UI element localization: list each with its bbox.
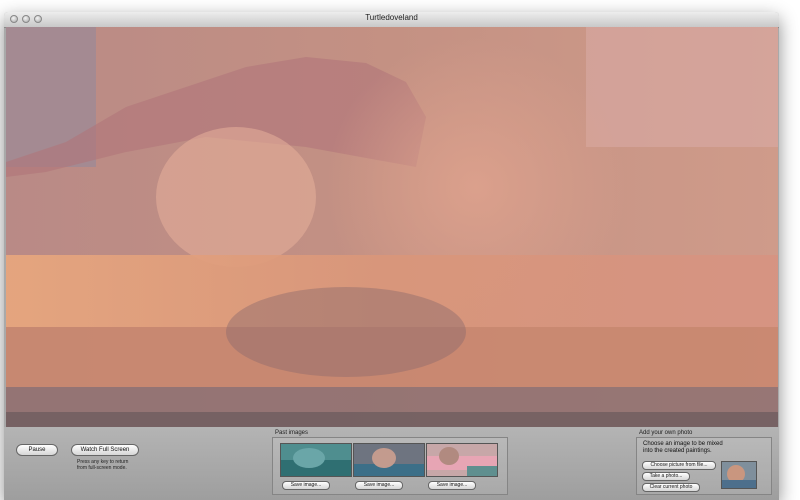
save-image-button-3[interactable]: Save image... (428, 481, 476, 490)
painting-image (6, 27, 778, 427)
thumbnail-image (427, 444, 497, 476)
title-bar[interactable]: Turtledoveland (4, 12, 779, 28)
current-photo-thumbnail (721, 461, 757, 489)
past-image-thumbnail-1[interactable] (280, 443, 352, 477)
clear-photo-button[interactable]: Clear current photo (642, 483, 700, 492)
past-image-thumbnail-3[interactable] (426, 443, 498, 477)
add-photo-label: Add your own photo (639, 430, 693, 436)
watch-full-screen-button[interactable]: Watch Full Screen (71, 444, 139, 456)
thumbnail-image (281, 444, 351, 476)
thumbnail-image (354, 444, 424, 476)
past-images-label: Past images (275, 430, 309, 436)
pause-button[interactable]: Pause (16, 444, 58, 456)
save-image-button-2[interactable]: Save image... (355, 481, 403, 490)
app-window: Turtledoveland Pause Watch Full Screen P… (4, 12, 779, 500)
window-title: Turtledoveland (365, 13, 418, 22)
add-photo-text-line1: Choose an image to be mixed (643, 441, 723, 447)
current-photo-image (722, 462, 756, 488)
add-photo-text-line2: into the created paintings. (643, 448, 712, 454)
past-image-thumbnail-2[interactable] (353, 443, 425, 477)
choose-picture-button[interactable]: Choose picture from file... (642, 461, 716, 470)
take-photo-button[interactable]: Take a photo... (642, 472, 690, 481)
fullscreen-hint-line2: from full-screen mode. (77, 465, 127, 471)
bottom-panel: Pause Watch Full Screen Press any key to… (4, 427, 779, 500)
save-image-button-1[interactable]: Save image... (282, 481, 330, 490)
painting-canvas[interactable] (6, 27, 778, 427)
